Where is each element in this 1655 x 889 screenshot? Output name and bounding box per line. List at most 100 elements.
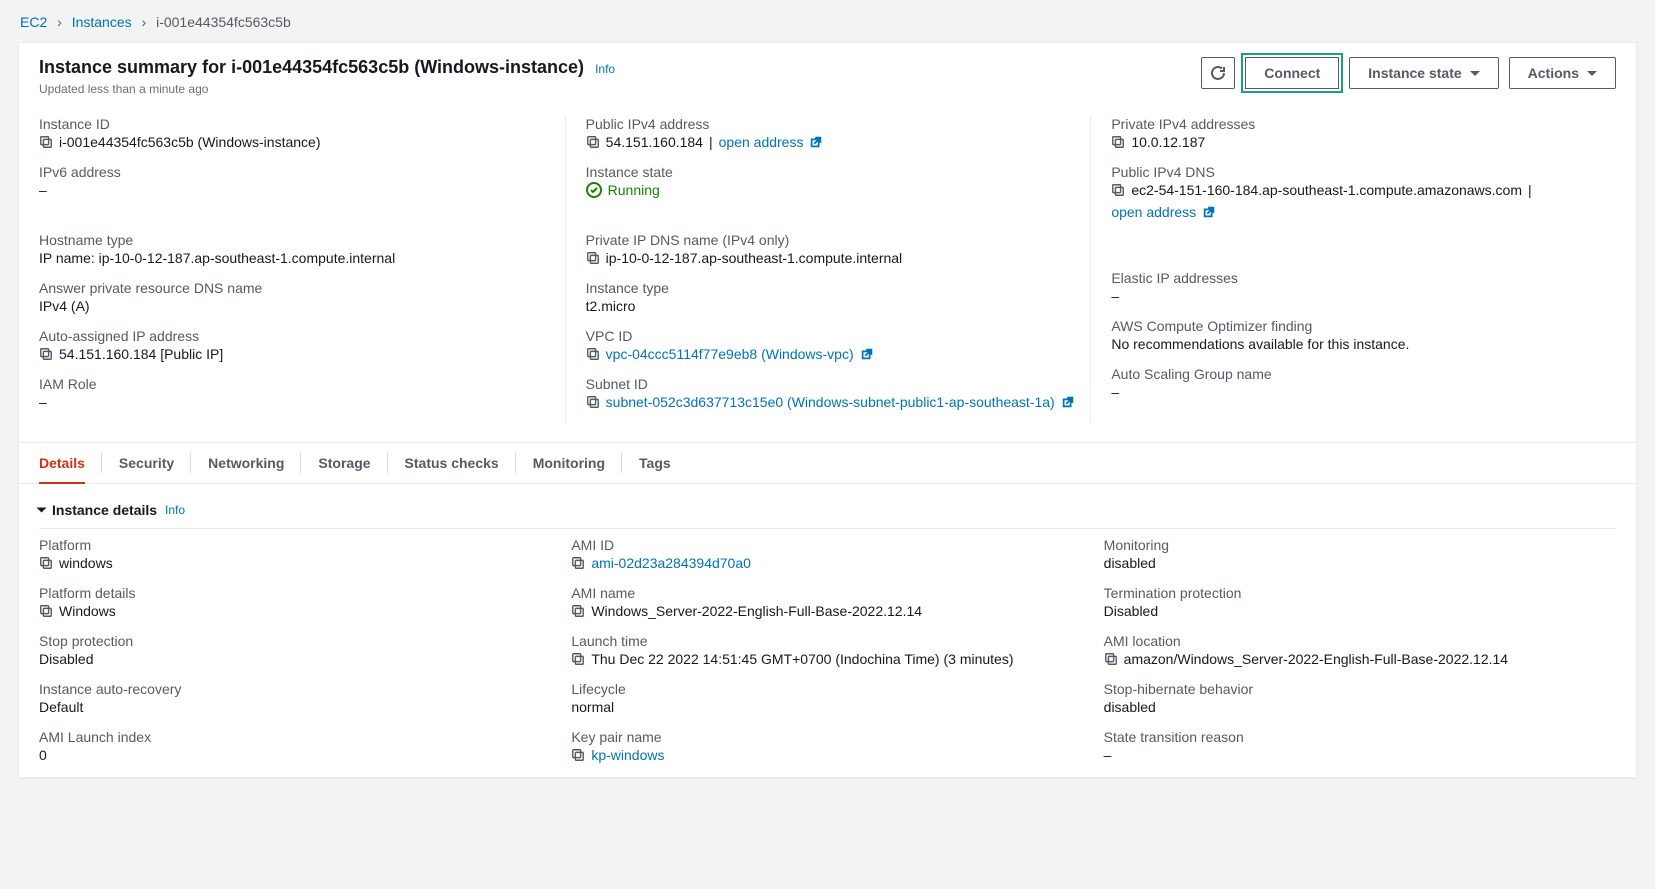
copy-icon[interactable] <box>39 604 53 618</box>
external-link-icon[interactable] <box>809 135 823 149</box>
chevron-right-icon: › <box>142 14 147 30</box>
copy-icon[interactable] <box>39 347 53 361</box>
label-launch-time: Launch time <box>571 633 1083 649</box>
value-auto-recovery: Default <box>39 699 551 715</box>
copy-icon[interactable] <box>571 652 585 666</box>
connect-button[interactable]: Connect <box>1245 57 1339 89</box>
copy-icon[interactable] <box>39 556 53 570</box>
label-public-dns: Public IPv4 DNS <box>1111 164 1616 180</box>
actions-button[interactable]: Actions <box>1509 57 1616 89</box>
tab-monitoring[interactable]: Monitoring <box>533 443 605 483</box>
label-platform: Platform <box>39 537 551 553</box>
info-link[interactable]: Info <box>595 62 615 76</box>
value-auto-ip: 54.151.160.184 [Public IP] <box>59 346 223 362</box>
label-lifecycle: Lifecycle <box>571 681 1083 697</box>
external-link-icon[interactable] <box>860 347 874 361</box>
value-ipv6: – <box>39 182 565 198</box>
value-private-ipv4: 10.0.12.187 <box>1131 134 1205 150</box>
label-ami-location: AMI location <box>1104 633 1616 649</box>
details-col-3: Monitoring disabled Termination protecti… <box>1104 537 1616 777</box>
vpc-link[interactable]: vpc-04ccc5114f77e9eb8 (Windows-vpc) <box>606 346 854 362</box>
caret-down-icon <box>1587 71 1597 76</box>
label-eip: Elastic IP addresses <box>1111 270 1616 286</box>
status-badge-running: Running <box>586 182 660 198</box>
chevron-right-icon: › <box>57 14 62 30</box>
value-ami-name: Windows_Server-2022-English-Full-Base-20… <box>591 603 922 619</box>
value-monitoring: disabled <box>1104 555 1616 571</box>
section-instance-details[interactable]: Instance details Info <box>39 502 1616 518</box>
open-address-link[interactable]: open address <box>719 134 804 150</box>
value-hostname-type: IP name: ip-10-0-12-187.ap-southeast-1.c… <box>39 250 565 266</box>
tab-storage[interactable]: Storage <box>318 443 370 483</box>
value-asg: – <box>1111 384 1616 400</box>
value-lifecycle: normal <box>571 699 1083 715</box>
label-auto-recovery: Instance auto-recovery <box>39 681 551 697</box>
summary-col-3: Private IPv4 addresses 10.0.12.187 Publi… <box>1090 116 1616 424</box>
breadcrumb-ec2[interactable]: EC2 <box>20 14 47 30</box>
subnet-link[interactable]: subnet-052c3d637713c15e0 (Windows-subnet… <box>606 394 1055 410</box>
label-iam-role: IAM Role <box>39 376 565 392</box>
instance-state-button[interactable]: Instance state <box>1349 57 1498 89</box>
details-col-2: AMI ID ami-02d23a284394d70a0 AMI name Wi… <box>571 537 1083 777</box>
value-answer-dns: IPv4 (A) <box>39 298 565 314</box>
refresh-button[interactable] <box>1201 57 1235 89</box>
copy-icon[interactable] <box>1111 183 1125 197</box>
copy-icon[interactable] <box>1104 652 1118 666</box>
check-circle-icon <box>586 182 602 198</box>
label-term-protect: Termination protection <box>1104 585 1616 601</box>
summary-col-2: Public IPv4 address 54.151.160.184 | ope… <box>565 116 1091 424</box>
value-state-reason: – <box>1104 747 1616 763</box>
summary-col-1: Instance ID i-001e44354fc563c5b (Windows… <box>39 116 565 424</box>
value-optimizer: No recommendations available for this in… <box>1111 336 1616 352</box>
breadcrumb-instances[interactable]: Instances <box>72 14 132 30</box>
label-ami-name: AMI name <box>571 585 1083 601</box>
tab-security[interactable]: Security <box>119 443 174 483</box>
value-priv-dns: ip-10-0-12-187.ap-southeast-1.compute.in… <box>606 250 903 266</box>
tab-networking[interactable]: Networking <box>208 443 284 483</box>
label-ami-launch-index: AMI Launch index <box>39 729 551 745</box>
tab-tags[interactable]: Tags <box>639 443 671 483</box>
copy-icon[interactable] <box>571 556 585 570</box>
tab-details[interactable]: Details <box>39 443 85 483</box>
details-col-1: Platform windows Platform details Window… <box>39 537 551 777</box>
updated-subtitle: Updated less than a minute ago <box>39 82 615 96</box>
value-ami-launch-index: 0 <box>39 747 551 763</box>
label-keypair: Key pair name <box>571 729 1083 745</box>
label-monitoring: Monitoring <box>1104 537 1616 553</box>
value-ami-location: amazon/Windows_Server-2022-English-Full-… <box>1124 651 1508 667</box>
copy-icon[interactable] <box>586 395 600 409</box>
copy-icon[interactable] <box>571 748 585 762</box>
copy-icon[interactable] <box>1111 135 1125 149</box>
copy-icon[interactable] <box>586 251 600 265</box>
value-stop-protection: Disabled <box>39 651 551 667</box>
value-instance-id: i-001e44354fc563c5b (Windows-instance) <box>59 134 320 150</box>
copy-icon[interactable] <box>39 135 53 149</box>
ami-id-link[interactable]: ami-02d23a284394d70a0 <box>591 555 751 571</box>
label-state-reason: State transition reason <box>1104 729 1616 745</box>
info-link[interactable]: Info <box>165 503 185 517</box>
external-link-icon[interactable] <box>1061 395 1075 409</box>
label-ipv6: IPv6 address <box>39 164 565 180</box>
external-link-icon[interactable] <box>1202 205 1216 219</box>
label-instance-type: Instance type <box>586 280 1091 296</box>
copy-icon[interactable] <box>586 347 600 361</box>
tab-status-checks[interactable]: Status checks <box>405 443 499 483</box>
label-private-ipv4: Private IPv4 addresses <box>1111 116 1616 132</box>
copy-icon[interactable] <box>586 135 600 149</box>
value-eip: – <box>1111 288 1616 304</box>
label-instance-state: Instance state <box>586 164 1091 180</box>
value-public-ipv4: 54.151.160.184 <box>606 134 703 150</box>
instance-summary-panel: Instance summary for i-001e44354fc563c5b… <box>18 42 1637 778</box>
label-public-ipv4: Public IPv4 address <box>586 116 1091 132</box>
copy-icon[interactable] <box>571 604 585 618</box>
value-platform-details: Windows <box>59 603 116 619</box>
value-launch-time: Thu Dec 22 2022 14:51:45 GMT+0700 (Indoc… <box>591 651 1013 667</box>
label-ami-id: AMI ID <box>571 537 1083 553</box>
label-subnet-id: Subnet ID <box>586 376 1091 392</box>
breadcrumb: EC2 › Instances › i-001e44354fc563c5b <box>20 14 1637 30</box>
value-instance-type: t2.micro <box>586 298 1091 314</box>
value-platform: windows <box>59 555 113 571</box>
caret-down-icon <box>37 508 47 513</box>
keypair-link[interactable]: kp-windows <box>591 747 664 763</box>
open-address-link[interactable]: open address <box>1111 204 1196 220</box>
